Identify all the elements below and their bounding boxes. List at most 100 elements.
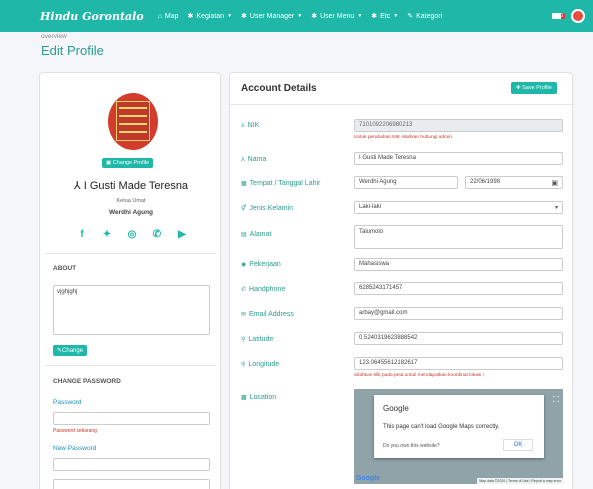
user-icon: ⅄ xyxy=(241,157,245,163)
profile-place: Werdhi Agung xyxy=(108,209,154,216)
latitude-label-text: Latitude xyxy=(248,336,274,343)
facebook-icon[interactable]: f xyxy=(76,229,88,241)
page-title: Edit Profile xyxy=(41,43,104,58)
nav-label: Map xyxy=(164,12,179,20)
calendar-icon[interactable]: ▣ xyxy=(551,178,558,188)
nav-map[interactable]: ⌂ Map xyxy=(158,13,179,20)
tanggal-input[interactable]: 22/06/1998 ▣ xyxy=(465,176,563,189)
nav-kegiatan[interactable]: ✱ Kegiatan ▼ xyxy=(188,12,233,21)
globe-icon: ◉ xyxy=(241,262,247,268)
about-textarea[interactable]: vjghjghj xyxy=(53,285,210,335)
nama-input[interactable]: I Gusti Made Teresna xyxy=(354,152,563,165)
pekerjaan-input[interactable]: Mahasiswa xyxy=(354,258,563,271)
jk-value: Laki-laki xyxy=(359,204,382,210)
email-label: ✉ Email Address xyxy=(241,311,294,318)
instagram-icon[interactable]: ◎ xyxy=(126,229,138,241)
caret-down-icon: ▼ xyxy=(227,13,233,19)
latitude-label: ⚲ Latitude xyxy=(241,336,273,343)
social-links: f ✦ ◎ ✆ ▶ xyxy=(76,229,188,241)
nav-kategori[interactable]: ✎ Kategori xyxy=(407,12,443,21)
nik-label: ⅄ NIK xyxy=(241,122,259,129)
change-password-title: CHANGE PASSWORD xyxy=(53,378,121,385)
hp-label: ✆ Handphone xyxy=(241,286,285,293)
nama-label-text: Nama xyxy=(247,156,267,163)
youtube-icon[interactable]: ▶ xyxy=(176,229,188,241)
calendar-icon: ▦ xyxy=(241,181,247,187)
address-card-icon: ▤ xyxy=(241,232,247,238)
map-pin-icon: ⚲ xyxy=(241,362,246,368)
chevron-down-icon: ▾ xyxy=(554,205,558,211)
nama-label: ⅄ Nama xyxy=(241,156,266,163)
twitter-icon[interactable]: ✦ xyxy=(101,229,113,241)
alamat-textarea[interactable]: Talumolo xyxy=(354,225,563,249)
longitude-label-text: Longitude xyxy=(248,361,280,368)
nik-label-text: NIK xyxy=(247,122,260,129)
divider xyxy=(230,104,574,105)
map-icon: ⌂ xyxy=(157,12,162,20)
mail-button[interactable]: 0 xyxy=(552,13,565,19)
brand-logo[interactable]: Hindu Gorontalo xyxy=(40,10,144,23)
jenis-kelamin-select[interactable]: Laki-laki ▾ xyxy=(354,201,563,214)
dialog-message: This page can't load Google Maps correct… xyxy=(383,424,500,430)
nav-etc[interactable]: ✱ Etc ▼ xyxy=(371,12,399,21)
nav-label: Kategori xyxy=(416,12,443,20)
email-label-text: Email Address xyxy=(249,311,294,318)
map-footer[interactable]: Map data ©2020 | Terms of Use | Report a… xyxy=(477,478,563,484)
gear-icon: ✱ xyxy=(371,13,378,20)
map-marked-icon: ▩ xyxy=(241,395,247,401)
nav-user-menu[interactable]: ✱ User Menu ▼ xyxy=(311,12,362,21)
account-title: Account Details xyxy=(241,83,317,94)
location-label: ▩ Location xyxy=(241,394,276,401)
new-password-label: New Password xyxy=(53,445,97,452)
ttl-label-text: Tempat / Tanggal Lahir xyxy=(249,180,321,187)
nav-label: User Manager xyxy=(249,12,295,20)
change-profile-button[interactable]: ▣ Change Profile xyxy=(102,158,154,168)
pekerjaan-label: ◉ Pekerjaan xyxy=(241,261,281,268)
top-navbar: Hindu Gorontalo ⌂ Map ✱ Kegiatan ▼ ✱ User Ma… xyxy=(0,0,593,32)
divider xyxy=(45,253,217,254)
nav-user-manager[interactable]: ✱ User Manager ▼ xyxy=(241,12,302,21)
alamat-label-text: Alamat xyxy=(249,231,272,238)
gender-icon: ⚥ xyxy=(241,206,247,212)
longitude-hint: Silahkan klik pada peta untuk mendapatka… xyxy=(354,373,485,378)
user-tag-icon: ⅄ xyxy=(73,180,84,192)
nik-hint: Untuk perubahan NIK silahkan hubungi adm… xyxy=(354,135,454,140)
alamat-label: ▤ Alamat xyxy=(241,231,271,238)
google-logo: Google xyxy=(356,475,381,482)
id-icon: ⅄ xyxy=(241,123,245,129)
latitude-input[interactable]: 0.5240319623888542 xyxy=(354,332,563,345)
dialog-title: Google xyxy=(383,404,409,413)
whatsapp-icon[interactable]: ✆ xyxy=(151,229,163,241)
map-error-dialog: Google This page can't load Google Maps … xyxy=(374,395,544,458)
email-input[interactable]: arbay@gmail.com xyxy=(354,307,563,320)
user-avatar[interactable] xyxy=(571,9,585,23)
fullscreen-icon[interactable]: ⛶ xyxy=(553,395,559,405)
google-map[interactable]: ⛶ Google This page can't load Google Map… xyxy=(354,389,563,484)
longitude-input[interactable]: 123.06455612182617 xyxy=(354,357,563,370)
nav-label: Kegiatan xyxy=(196,12,225,20)
tempat-input[interactable]: Werdhi Agung xyxy=(354,176,458,189)
caret-down-icon: ▼ xyxy=(393,13,399,19)
breadcrumb: overview xyxy=(41,33,67,40)
dialog-ok-button[interactable]: OK xyxy=(503,439,533,451)
change-profile-label: Change Profile xyxy=(112,160,150,166)
password-input[interactable] xyxy=(53,412,210,425)
change-label: Change xyxy=(62,348,84,354)
gear-icon: ✱ xyxy=(311,13,318,20)
mail-icon xyxy=(552,13,562,19)
handphone-input[interactable]: 6285243171457 xyxy=(354,282,563,295)
envelope-icon: ✉ xyxy=(241,312,247,318)
pekerjaan-label-text: Pekerjaan xyxy=(249,261,281,268)
edit-icon: ✎ xyxy=(407,13,414,20)
save-profile-button[interactable]: ✚ Save Profile xyxy=(511,82,557,94)
confirm-password-input[interactable] xyxy=(53,479,210,489)
longitude-label: ⚲ Longitude xyxy=(241,361,279,368)
nik-input: 7101092206980213 xyxy=(354,119,563,132)
nav-label: User Menu xyxy=(320,12,355,20)
image-icon: ▣ xyxy=(106,160,113,166)
profile-card: ▣ Change Profile ⅄ I Gusti Made Teresna … xyxy=(39,72,221,489)
change-about-button[interactable]: ✎Change xyxy=(53,345,88,356)
new-password-input[interactable] xyxy=(53,458,210,471)
ttl-label: ▦ Tempat / Tanggal Lahir xyxy=(241,180,320,187)
profile-role: Ketua Umat xyxy=(116,198,146,204)
